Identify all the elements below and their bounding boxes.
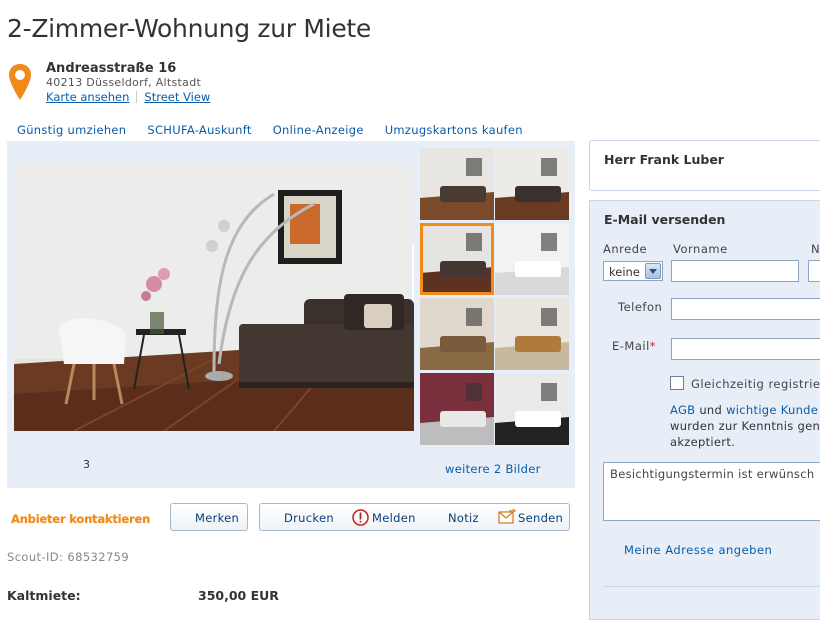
tab-online-anzeige[interactable]: Online-Anzeige (273, 123, 364, 137)
vorname-label: Vorname (673, 242, 728, 256)
agb-line-3: akzeptiert. (670, 435, 736, 449)
thumbnail-image (495, 298, 569, 370)
divider (603, 586, 820, 587)
thumbnail-image (495, 223, 569, 295)
service-tabs: Günstig umziehen SCHUFA-Auskunft Online-… (17, 123, 540, 137)
main-photo[interactable] (14, 164, 414, 431)
thumbnail-6[interactable] (495, 298, 569, 370)
anrede-label: Anrede (603, 242, 648, 256)
thumbnail-3[interactable] (420, 223, 494, 295)
main-photo-image (14, 164, 414, 431)
thumbnail-5[interactable] (420, 298, 494, 370)
streetview-link[interactable]: Street View (144, 90, 210, 104)
report-button[interactable]: Melden (372, 511, 416, 525)
contact-landlord-link[interactable]: Anbieter kontaktieren (11, 512, 150, 526)
message-textarea[interactable]: Besichtigungstermin ist erwünsch (603, 462, 820, 521)
map-link[interactable]: Karte ansehen (46, 90, 129, 104)
thumbnail-2[interactable] (495, 148, 569, 220)
page-title: 2-Zimmer-Wohnung zur Miete (7, 14, 371, 43)
thumbnail-7[interactable] (420, 373, 494, 445)
email-label: E-Mail* (612, 339, 656, 353)
telefon-label: Telefon (618, 300, 663, 314)
agb-and: und (699, 403, 723, 417)
nachname-label: N (811, 242, 820, 256)
register-checkbox[interactable] (670, 376, 684, 390)
thumbnail-8[interactable] (495, 373, 569, 445)
thumbnail-4[interactable] (495, 223, 569, 295)
print-button[interactable]: Drucken (284, 511, 334, 525)
contact-name: Herr Frank Luber (604, 152, 724, 167)
vorname-input[interactable] (671, 260, 799, 282)
more-photos-link[interactable]: weitere 2 Bilder (445, 462, 541, 476)
action-button-group: Drucken Melden Notiz Senden (259, 503, 570, 531)
address-street: Andreasstraße 16 (46, 61, 177, 76)
separator (136, 91, 138, 103)
anrede-select-value: keine (609, 265, 640, 279)
kaltmiete-value: 350,00 EUR (198, 588, 279, 603)
address-links: Karte ansehen Street View (46, 90, 210, 104)
thumbnail-image (420, 298, 494, 370)
tab-umzugskartons[interactable]: Umzugskartons kaufen (385, 123, 523, 137)
required-marker: * (649, 339, 657, 353)
thumbnail-image (420, 148, 494, 220)
agb-notice: AGB und wichtige Kunde wurden zur Kenntn… (670, 402, 820, 450)
thumbnail-image (420, 223, 494, 295)
customer-info-link[interactable]: wichtige Kunde (726, 403, 818, 417)
my-address-link[interactable]: Meine Adresse angeben (624, 543, 772, 557)
email-input[interactable] (671, 338, 820, 360)
email-form-heading: E-Mail versenden (604, 212, 726, 227)
kaltmiete-label: Kaltmiete: (7, 588, 81, 603)
send-button[interactable]: Senden (518, 511, 563, 525)
chevron-down-icon (645, 263, 661, 279)
email-label-text: E-Mail (612, 339, 650, 353)
telefon-input[interactable] (671, 298, 820, 320)
thumbnail-image (420, 373, 494, 445)
tab-schufa-auskunft[interactable]: SCHUFA-Auskunft (147, 123, 251, 137)
photo-counter: 3 (83, 458, 90, 471)
nachname-input[interactable] (808, 260, 820, 282)
agb-link[interactable]: AGB (670, 403, 695, 417)
address-city: 40213 Düsseldorf, Altstadt (46, 76, 202, 89)
register-checkbox-label: Gleichzeitig registrie (691, 377, 820, 391)
bookmark-button[interactable]: Merken (170, 503, 248, 531)
anrede-select[interactable]: keine (603, 261, 663, 281)
agb-line-2: wurden zur Kenntnis gen (670, 419, 820, 433)
note-button[interactable]: Notiz (448, 511, 479, 525)
send-envelope-icon (498, 509, 516, 524)
location-pin-icon (9, 64, 31, 100)
scout-id: Scout-ID: 68532759 (7, 550, 130, 564)
tab-guenstig-umziehen[interactable]: Günstig umziehen (17, 123, 126, 137)
thumbnail-image (495, 148, 569, 220)
report-icon (352, 509, 369, 526)
thumbnail-1[interactable] (420, 148, 494, 220)
thumbnail-image (495, 373, 569, 445)
bookmark-label: Merken (195, 511, 240, 525)
